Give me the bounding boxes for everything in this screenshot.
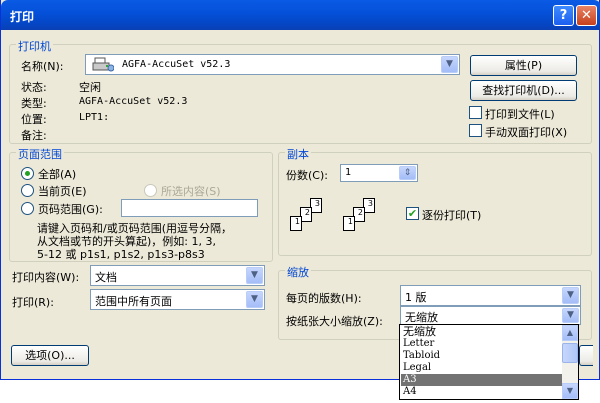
- pages-per-sheet-label: 每页的版数(H):: [286, 292, 362, 305]
- zoom-legend: 缩放: [285, 264, 311, 280]
- chevron-down-icon: ▼: [246, 291, 263, 308]
- location-value: LPT1:: [79, 112, 110, 123]
- printer-name-value: AGFA-AccuSet v52.3: [122, 59, 231, 70]
- chevron-down-icon: ▼: [441, 56, 458, 73]
- list-item[interactable]: A4: [401, 386, 563, 398]
- collate-label: 逐份打印(T): [422, 209, 482, 222]
- comment-label: 备注:: [21, 129, 47, 142]
- page-icon: 1: [343, 216, 355, 231]
- list-item[interactable]: 无缩放: [401, 326, 563, 338]
- range-current-label: 当前页(E): [38, 185, 87, 198]
- copies-legend: 副本: [285, 146, 311, 162]
- location-label: 位置:: [21, 113, 47, 126]
- scroll-thumb[interactable]: [562, 343, 578, 363]
- help-button[interactable]: ?: [553, 5, 574, 26]
- list-item[interactable]: A3: [401, 374, 563, 386]
- page-range-legend: 页面范围: [16, 146, 64, 162]
- chevron-down-icon: ▼: [246, 267, 263, 284]
- range-selection-radio[interactable]: [144, 184, 157, 197]
- printer-name-label: 名称(N):: [21, 60, 64, 73]
- print-what-value: 文档: [95, 271, 117, 284]
- manual-duplex-label: 手动双面打印(X): [485, 126, 568, 139]
- collate-checkbox[interactable]: ✔: [406, 207, 419, 220]
- scale-to-paper-label: 按纸张大小缩放(Z):: [286, 315, 383, 328]
- page-range-input[interactable]: [121, 199, 258, 217]
- range-pages-label: 页码范围(G):: [38, 203, 103, 216]
- range-all-label: 全部(A): [38, 168, 77, 181]
- copies-count-value: 1: [345, 167, 352, 178]
- scroll-down-icon[interactable]: ▼: [562, 383, 578, 399]
- list-item[interactable]: Letter: [401, 338, 563, 350]
- copies-count-label: 份数(C):: [286, 169, 328, 182]
- scale-to-paper-select[interactable]: 无缩放 ▼: [400, 306, 581, 325]
- print-select[interactable]: 范围中所有页面 ▼: [90, 289, 265, 310]
- range-selection-label: 所选内容(S): [161, 185, 221, 198]
- range-all-radio[interactable]: [21, 167, 34, 180]
- status-value: 空闲: [79, 81, 101, 94]
- type-label: 类型:: [21, 97, 47, 110]
- page-icon: 1: [290, 216, 302, 231]
- printer-icon: [92, 57, 115, 72]
- printer-group-legend: 打印机: [16, 38, 53, 54]
- print-to-file-checkbox[interactable]: [469, 106, 482, 119]
- manual-duplex-checkbox[interactable]: [469, 124, 482, 137]
- pages-per-sheet-value: 1 版: [405, 291, 427, 304]
- range-current-radio[interactable]: [21, 184, 34, 197]
- print-what-label: 打印内容(W):: [12, 271, 80, 284]
- printer-name-select[interactable]: AGFA-AccuSet v52.3 ▼: [85, 54, 460, 75]
- options-button[interactable]: 选项(O)...: [11, 345, 89, 366]
- spin-icon[interactable]: ⇕: [399, 166, 416, 180]
- print-dialog: 打印 ? ✕ 打印机 名称(N): AGFA-AccuSet v52.3 ▼ 状…: [0, 0, 600, 380]
- find-printer-button[interactable]: 查找打印机(D)...: [470, 80, 577, 101]
- partially-hidden-button[interactable]: [579, 345, 593, 366]
- properties-button[interactable]: 属性(P): [470, 55, 577, 76]
- status-label: 状态:: [21, 81, 47, 94]
- chevron-down-icon: ▼: [562, 308, 579, 323]
- list-item[interactable]: Tabloid: [401, 350, 563, 362]
- range-hint-line3: 5-12 或 p1s1, p1s2, p1s3-p8s3: [37, 248, 205, 261]
- close-button[interactable]: ✕: [576, 5, 597, 26]
- print-value: 范围中所有页面: [95, 295, 172, 308]
- range-pages-radio[interactable]: [21, 202, 34, 215]
- title-bar: 打印 ? ✕: [1, 0, 600, 30]
- type-value: AGFA-AccuSet v52.3: [79, 96, 188, 107]
- scale-options-list[interactable]: 无缩放 Letter Tabloid Legal A3 A4 ▲ ▼: [399, 324, 579, 400]
- chevron-down-icon: ▼: [562, 287, 579, 304]
- scroll-up-icon[interactable]: ▲: [562, 325, 578, 341]
- print-to-file-label: 打印到文件(L): [485, 108, 555, 121]
- list-item[interactable]: Legal: [401, 362, 563, 374]
- scale-to-paper-value: 无缩放: [405, 311, 438, 324]
- print-what-select[interactable]: 文档 ▼: [90, 265, 265, 286]
- list-scrollbar[interactable]: ▲ ▼: [562, 325, 578, 399]
- print-label: 打印(R):: [12, 296, 54, 309]
- window-title: 打印: [10, 10, 35, 24]
- copies-count-stepper[interactable]: 1 ⇕: [340, 164, 418, 182]
- pages-per-sheet-select[interactable]: 1 版 ▼: [400, 285, 581, 306]
